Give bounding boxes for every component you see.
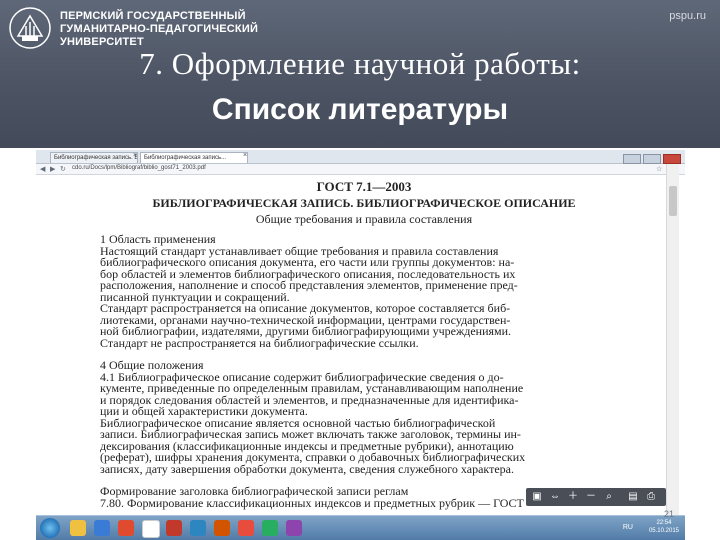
- reload-icon[interactable]: ↻: [60, 165, 66, 173]
- back-icon[interactable]: ◀: [40, 165, 45, 173]
- browser-tab[interactable]: Библиографическая запись. Библиогр...: [50, 152, 138, 163]
- clock-time: 22:54: [656, 520, 672, 526]
- document-line: бор областей и элементов библиографическ…: [100, 269, 516, 281]
- document-line: ции и общей характеристики документа.: [100, 406, 308, 418]
- document-line: кументе, приведенные по определенным пра…: [100, 383, 524, 395]
- zoom-out-icon[interactable]: －: [584, 490, 598, 503]
- university-name-line: ПЕРМСКИЙ ГОСУДАРСТВЕННЫЙ: [60, 10, 246, 22]
- slide-title: 7. Оформление научной работы:: [139, 46, 581, 81]
- acrobat-icon[interactable]: [238, 520, 254, 536]
- browser-tab-active[interactable]: Библиографическая запись...: [140, 152, 248, 163]
- document-line: Библиографическое описание является осно…: [100, 418, 496, 430]
- document-line: (реферат), шифры хранения документа, спр…: [100, 452, 526, 464]
- document-line: писанной пунктуации и сокращений.: [100, 292, 290, 304]
- slide-subtitle: Список литературы: [211, 93, 509, 126]
- language-indicator[interactable]: RU: [623, 524, 633, 531]
- fit-page-icon[interactable]: ▣: [530, 490, 544, 503]
- chrome-icon[interactable]: [142, 520, 160, 538]
- app-icon[interactable]: [262, 520, 278, 536]
- scrollbar-thumb[interactable]: [669, 186, 677, 216]
- explorer-icon[interactable]: [70, 520, 86, 536]
- document-line: записи. Библиографическая запись может в…: [100, 429, 521, 441]
- embedded-browser-screenshot: Библиографическая запись. Библиогр... × …: [36, 150, 685, 540]
- document-line: библиографического описания документа, е…: [100, 257, 515, 269]
- document-line: лиотеками, органами научно-технической и…: [100, 315, 511, 327]
- document-line: расположения, наполнение и способ предст…: [100, 280, 518, 292]
- vertical-scrollbar[interactable]: [666, 164, 679, 524]
- zoom-in-icon[interactable]: ＋: [566, 490, 580, 503]
- windows-taskbar: RU 22:54 05.10.2015: [36, 515, 685, 540]
- document-line: дексирования (классификационные индексы …: [100, 441, 514, 453]
- clock[interactable]: 22:54 05.10.2015: [649, 519, 679, 535]
- firefox-icon[interactable]: [214, 520, 230, 536]
- minimize-icon[interactable]: [623, 154, 641, 164]
- zoom-icon[interactable]: ⌕: [602, 490, 616, 503]
- star-icon[interactable]: ☆: [656, 165, 662, 173]
- opera-icon[interactable]: [118, 520, 134, 536]
- address-bar: ◀ ▶ ↻ cdo.ru/Docs/lpm/Bibliograf/biblio_…: [36, 164, 685, 175]
- site-link[interactable]: pspu.ru: [669, 10, 706, 22]
- print-icon[interactable]: ⎙: [644, 490, 658, 503]
- document-subtitle-2: Общие требования и правила составления: [255, 212, 473, 226]
- yandex-icon[interactable]: [166, 520, 182, 536]
- fit-width-icon[interactable]: ⇔: [548, 490, 562, 503]
- document-title: ГОСТ 7.1—2003: [316, 179, 412, 194]
- document-line: 4 Общие положения: [100, 360, 204, 372]
- maximize-icon[interactable]: [643, 154, 661, 164]
- clock-date: 05.10.2015: [648, 528, 679, 534]
- tab-close-icon[interactable]: ×: [133, 152, 137, 159]
- document-line: и порядок следования областей и элементо…: [100, 395, 519, 407]
- app-icon[interactable]: [286, 520, 302, 536]
- skype-icon[interactable]: [190, 520, 206, 536]
- document-line: Стандарт распространяется на описание до…: [100, 303, 511, 315]
- university-logo-icon: [9, 7, 51, 49]
- forward-icon[interactable]: ▶: [50, 165, 55, 173]
- university-name: ПЕРМСКИЙ ГОСУДАРСТВЕННЫЙ ГУМАНИТАРНО-ПЕД…: [60, 10, 258, 49]
- university-name-line: ГУМАНИТАРНО-ПЕДАГОГИЧЕСКИЙ: [60, 23, 259, 35]
- document-subtitle: БИБЛИОГРАФИЧЕСКАЯ ЗАПИСЬ. БИБЛИОГРАФИЧЕС…: [152, 196, 576, 210]
- pdf-toolbar: ▣ ⇔ ＋ － ⌕ ▤ ⎙: [526, 488, 666, 506]
- document-line: Настоящий стандарт устанавливает общие т…: [100, 246, 499, 258]
- url-field[interactable]: cdo.ru/Docs/lpm/Bibliograf/biblio_gost71…: [72, 165, 206, 171]
- header-banner: ПЕРМСКИЙ ГОСУДАРСТВЕННЫЙ ГУМАНИТАРНО-ПЕД…: [0, 0, 720, 148]
- start-button-icon[interactable]: [40, 518, 60, 538]
- close-icon[interactable]: [663, 154, 681, 164]
- document-line: записях, дату завершения обработки докум…: [100, 464, 514, 476]
- document-line: ной библиографии, издателями, другими би…: [100, 326, 512, 338]
- tab-close-icon[interactable]: ×: [243, 152, 247, 159]
- save-icon[interactable]: ▤: [626, 490, 640, 503]
- document-line: Стандарт не распространяется на библиогр…: [100, 338, 419, 350]
- window-controls: [621, 151, 681, 164]
- document-line: 1 Область применения: [100, 234, 216, 246]
- document-line: 4.1 Библиографическое описание содержит …: [100, 372, 504, 384]
- browser-tab-bar: Библиографическая запись. Библиогр... × …: [36, 150, 685, 164]
- slide-page-number: 21: [664, 509, 675, 519]
- word-icon[interactable]: [94, 520, 110, 536]
